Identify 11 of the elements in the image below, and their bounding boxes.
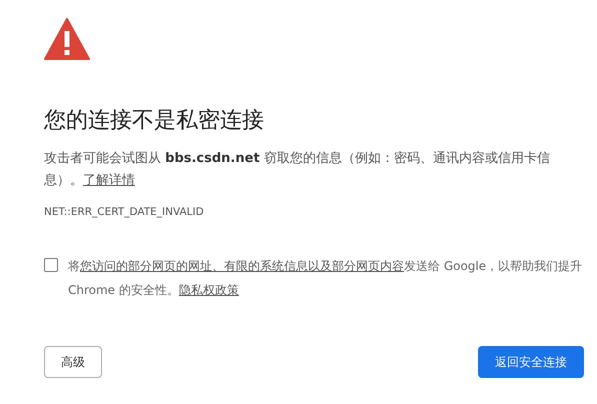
report-option-text: 将您访问的部分网页的网址、有限的系统信息以及部分网页内容发送给 Google，以帮助我们提升 Chrome 的安全性。隐私权政策 — [68, 258, 583, 299]
advanced-button[interactable]: 高级 — [44, 346, 102, 378]
info-link[interactable]: 您访问的部分网页的网址、有限的系统信息以及部分网页内容 — [80, 259, 404, 273]
privacy-policy-link[interactable]: 隐私权政策 — [178, 283, 239, 297]
error-code: NET::ERR_CERT_DATE_INVALID — [44, 206, 204, 218]
checkbox[interactable] — [44, 258, 58, 272]
warning-text: 攻击者可能会试图从 bbs.csdn.net 窃取您的信息（例如：密码、通讯内容或信用卡信息）。了解详情 — [44, 150, 551, 190]
warning-icon — [44, 18, 90, 60]
back-to-safety-button[interactable]: 返回安全连接 — [478, 346, 584, 378]
learn-more-link[interactable]: 了解详情 — [83, 173, 135, 188]
page-heading: 您的连接不是私密连接 — [44, 107, 264, 135]
